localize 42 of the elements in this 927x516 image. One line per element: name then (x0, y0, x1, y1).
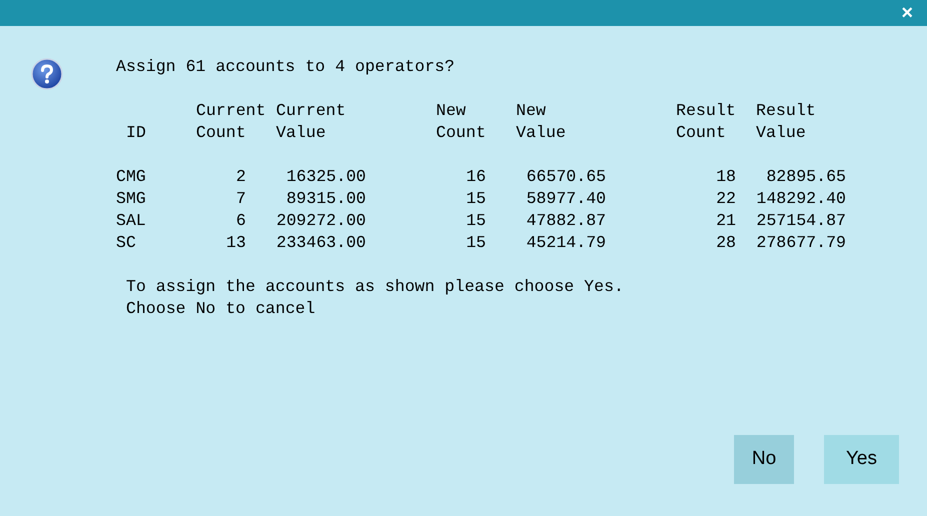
table-cell: 18 (716, 166, 736, 188)
table-cell: 15 (466, 232, 486, 254)
table-cell: 6 (236, 210, 246, 232)
table-cell: 278677.79 (756, 232, 846, 254)
table-cell: 257154.87 (756, 210, 846, 232)
table-cell: 66570.65 (526, 166, 606, 188)
column-header: Current Count (196, 100, 267, 144)
table-cell: 15 (466, 210, 486, 232)
table-cell: SAL (116, 210, 146, 232)
table-cell: 47882.87 (526, 210, 606, 232)
table-cell: 7 (236, 188, 246, 210)
table-cell: 28 (716, 232, 736, 254)
table-cell: 2 (236, 166, 246, 188)
table-cell: 89315.00 (286, 188, 366, 210)
table-cell: 16325.00 (286, 166, 366, 188)
table-cell: 13 (226, 232, 246, 254)
table-cell: SC (116, 232, 136, 254)
message-text: To assign the accounts as shown please choose Yes. (126, 276, 624, 298)
table-cell: 45214.79 (526, 232, 606, 254)
question-icon (31, 58, 63, 90)
table-cell: 21 (716, 210, 736, 232)
table-cell: 148292.40 (756, 188, 846, 210)
table-cell: 15 (466, 188, 486, 210)
table-cell: SMG (116, 188, 146, 210)
table-cell: 209272.00 (276, 210, 366, 232)
close-button[interactable]: × (901, 3, 913, 23)
yes-button[interactable]: Yes (824, 435, 899, 484)
table-cell: 233463.00 (276, 232, 366, 254)
table-cell: CMG (116, 166, 146, 188)
column-header: New Count (436, 100, 487, 144)
message-title: Assign 61 accounts to 4 operators? (116, 56, 455, 78)
column-header: Result Value (756, 100, 817, 144)
message-text: Choose No to cancel (126, 298, 316, 320)
table-cell: 16 (466, 166, 486, 188)
column-header: Result Count (676, 100, 737, 144)
table-cell: 22 (716, 188, 736, 210)
column-header: New Value (516, 100, 567, 144)
no-button[interactable]: No (734, 435, 794, 484)
table-cell: 58977.40 (526, 188, 606, 210)
table-cell: 82895.65 (766, 166, 846, 188)
column-header: Current Value (276, 100, 347, 144)
column-header: ID (126, 122, 146, 144)
